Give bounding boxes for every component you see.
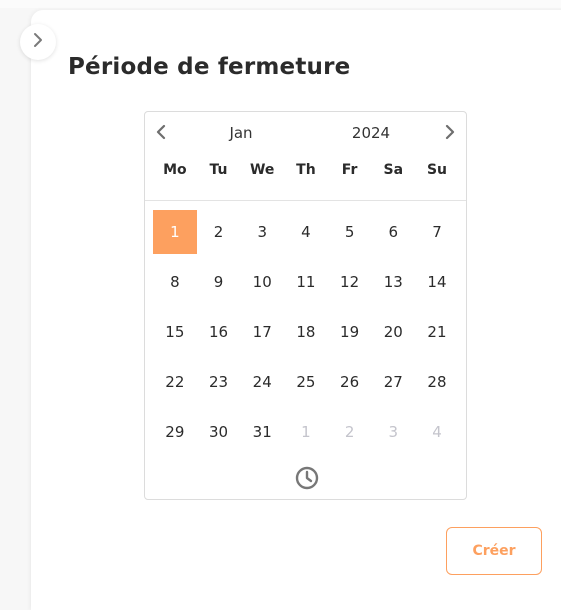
chevron-right-icon (31, 32, 45, 52)
year-selector[interactable]: 2024 (335, 124, 407, 142)
calendar-day[interactable]: 15 (153, 307, 197, 357)
day-label: 12 (340, 273, 360, 291)
day-label: 16 (208, 323, 229, 341)
day-label: 15 (165, 323, 185, 341)
day-label: 29 (165, 423, 185, 441)
day-label: 3 (257, 223, 267, 241)
calendar-day-next-month[interactable]: 1 (284, 407, 328, 457)
calendar-day[interactable]: 18 (284, 307, 328, 357)
collapse-panel-button[interactable] (20, 24, 56, 60)
weekday-label: We (249, 162, 275, 178)
day-label: 13 (383, 273, 403, 291)
weekday-header: Mo Tu We Th Fr Sa Su (153, 162, 459, 178)
day-label: 9 (213, 273, 224, 291)
day-label: 31 (252, 423, 272, 441)
day-label: 30 (208, 423, 229, 441)
calendar-day[interactable]: 11 (284, 257, 328, 307)
day-label: 23 (208, 373, 229, 391)
calendar-day[interactable]: 19 (328, 307, 372, 357)
weekday-label: Sa (383, 162, 404, 178)
day-label: 28 (427, 373, 447, 391)
chevron-left-icon (154, 123, 168, 145)
day-label: 1 (153, 210, 197, 254)
calendar-day[interactable]: 26 (328, 357, 372, 407)
calendar-day[interactable]: 8 (153, 257, 197, 307)
calendar-day[interactable]: 16 (197, 307, 241, 357)
weekday-label: Su (426, 162, 447, 178)
calendar-day[interactable]: 9 (197, 257, 241, 307)
time-picker-toggle[interactable] (294, 466, 320, 494)
weekday-label: Th (296, 162, 316, 178)
calendar-day[interactable]: 21 (415, 307, 459, 357)
calendar-day[interactable]: 20 (371, 307, 415, 357)
calendar-day[interactable]: 27 (371, 357, 415, 407)
day-label: 4 (432, 423, 442, 441)
calendar-day[interactable]: 14 (415, 257, 459, 307)
day-label: 19 (340, 323, 360, 341)
page-title: Période de fermeture (68, 54, 351, 80)
create-button[interactable]: Créer (446, 527, 542, 575)
calendar-day[interactable]: 13 (371, 257, 415, 307)
calendar-day[interactable]: 25 (284, 357, 328, 407)
month-selector[interactable]: Jan (205, 124, 277, 142)
day-label: 10 (252, 273, 272, 291)
day-label: 27 (383, 373, 403, 391)
calendar-day[interactable]: 3 (240, 207, 284, 257)
calendar-day[interactable]: 31 (240, 407, 284, 457)
calendar-day[interactable]: 30 (197, 407, 241, 457)
day-label: 1 (301, 423, 311, 441)
calendar-day-next-month[interactable]: 3 (371, 407, 415, 457)
weekday-label: Tu (209, 162, 228, 178)
calendar-day[interactable]: 7 (415, 207, 459, 257)
day-label: 11 (296, 273, 316, 291)
weekday-label: Fr (341, 162, 358, 178)
calendar-day[interactable]: 6 (371, 207, 415, 257)
calendar-day[interactable]: 5 (328, 207, 372, 257)
calendar-day[interactable]: 22 (153, 357, 197, 407)
day-label: 24 (252, 373, 272, 391)
calendar-day-next-month[interactable]: 2 (328, 407, 372, 457)
calendar-day[interactable]: 24 (240, 357, 284, 407)
day-label: 20 (383, 323, 403, 341)
calendar-day[interactable]: 10 (240, 257, 284, 307)
calendar-divider (145, 200, 466, 201)
day-label: 14 (427, 273, 447, 291)
chevron-right-icon (443, 123, 457, 145)
day-label: 5 (344, 223, 355, 241)
day-label: 22 (165, 373, 185, 391)
day-label: 21 (427, 323, 447, 341)
day-label: 4 (301, 223, 311, 241)
calendar-day-next-month[interactable]: 4 (415, 407, 459, 457)
day-label: 3 (388, 423, 399, 441)
day-label: 6 (388, 223, 399, 241)
date-picker: Jan 2024 Mo Tu We Th Fr Sa Su 1 2 3 4 5 … (144, 111, 467, 500)
calendar-day-selected[interactable]: 1 (153, 207, 197, 257)
day-label: 7 (432, 223, 442, 241)
calendar-day[interactable]: 28 (415, 357, 459, 407)
calendar-day[interactable]: 2 (197, 207, 241, 257)
day-label: 2 (213, 223, 224, 241)
calendar-day[interactable]: 29 (153, 407, 197, 457)
day-grid: 1 2 3 4 5 6 7 8 9 10 11 12 13 14 15 16 1… (153, 207, 459, 457)
day-label: 25 (296, 373, 316, 391)
calendar-day[interactable]: 17 (240, 307, 284, 357)
day-label: 8 (170, 273, 180, 291)
top-strip (0, 0, 561, 8)
day-label: 26 (340, 373, 360, 391)
day-label: 2 (344, 423, 355, 441)
calendar-day[interactable]: 12 (328, 257, 372, 307)
calendar-day[interactable]: 4 (284, 207, 328, 257)
previous-month-button[interactable] (151, 124, 171, 144)
weekday-label: Mo (163, 162, 187, 178)
next-month-button[interactable] (440, 124, 460, 144)
clock-icon (295, 466, 319, 494)
day-label: 18 (296, 323, 316, 341)
day-label: 17 (252, 323, 272, 341)
calendar-day[interactable]: 23 (197, 357, 241, 407)
